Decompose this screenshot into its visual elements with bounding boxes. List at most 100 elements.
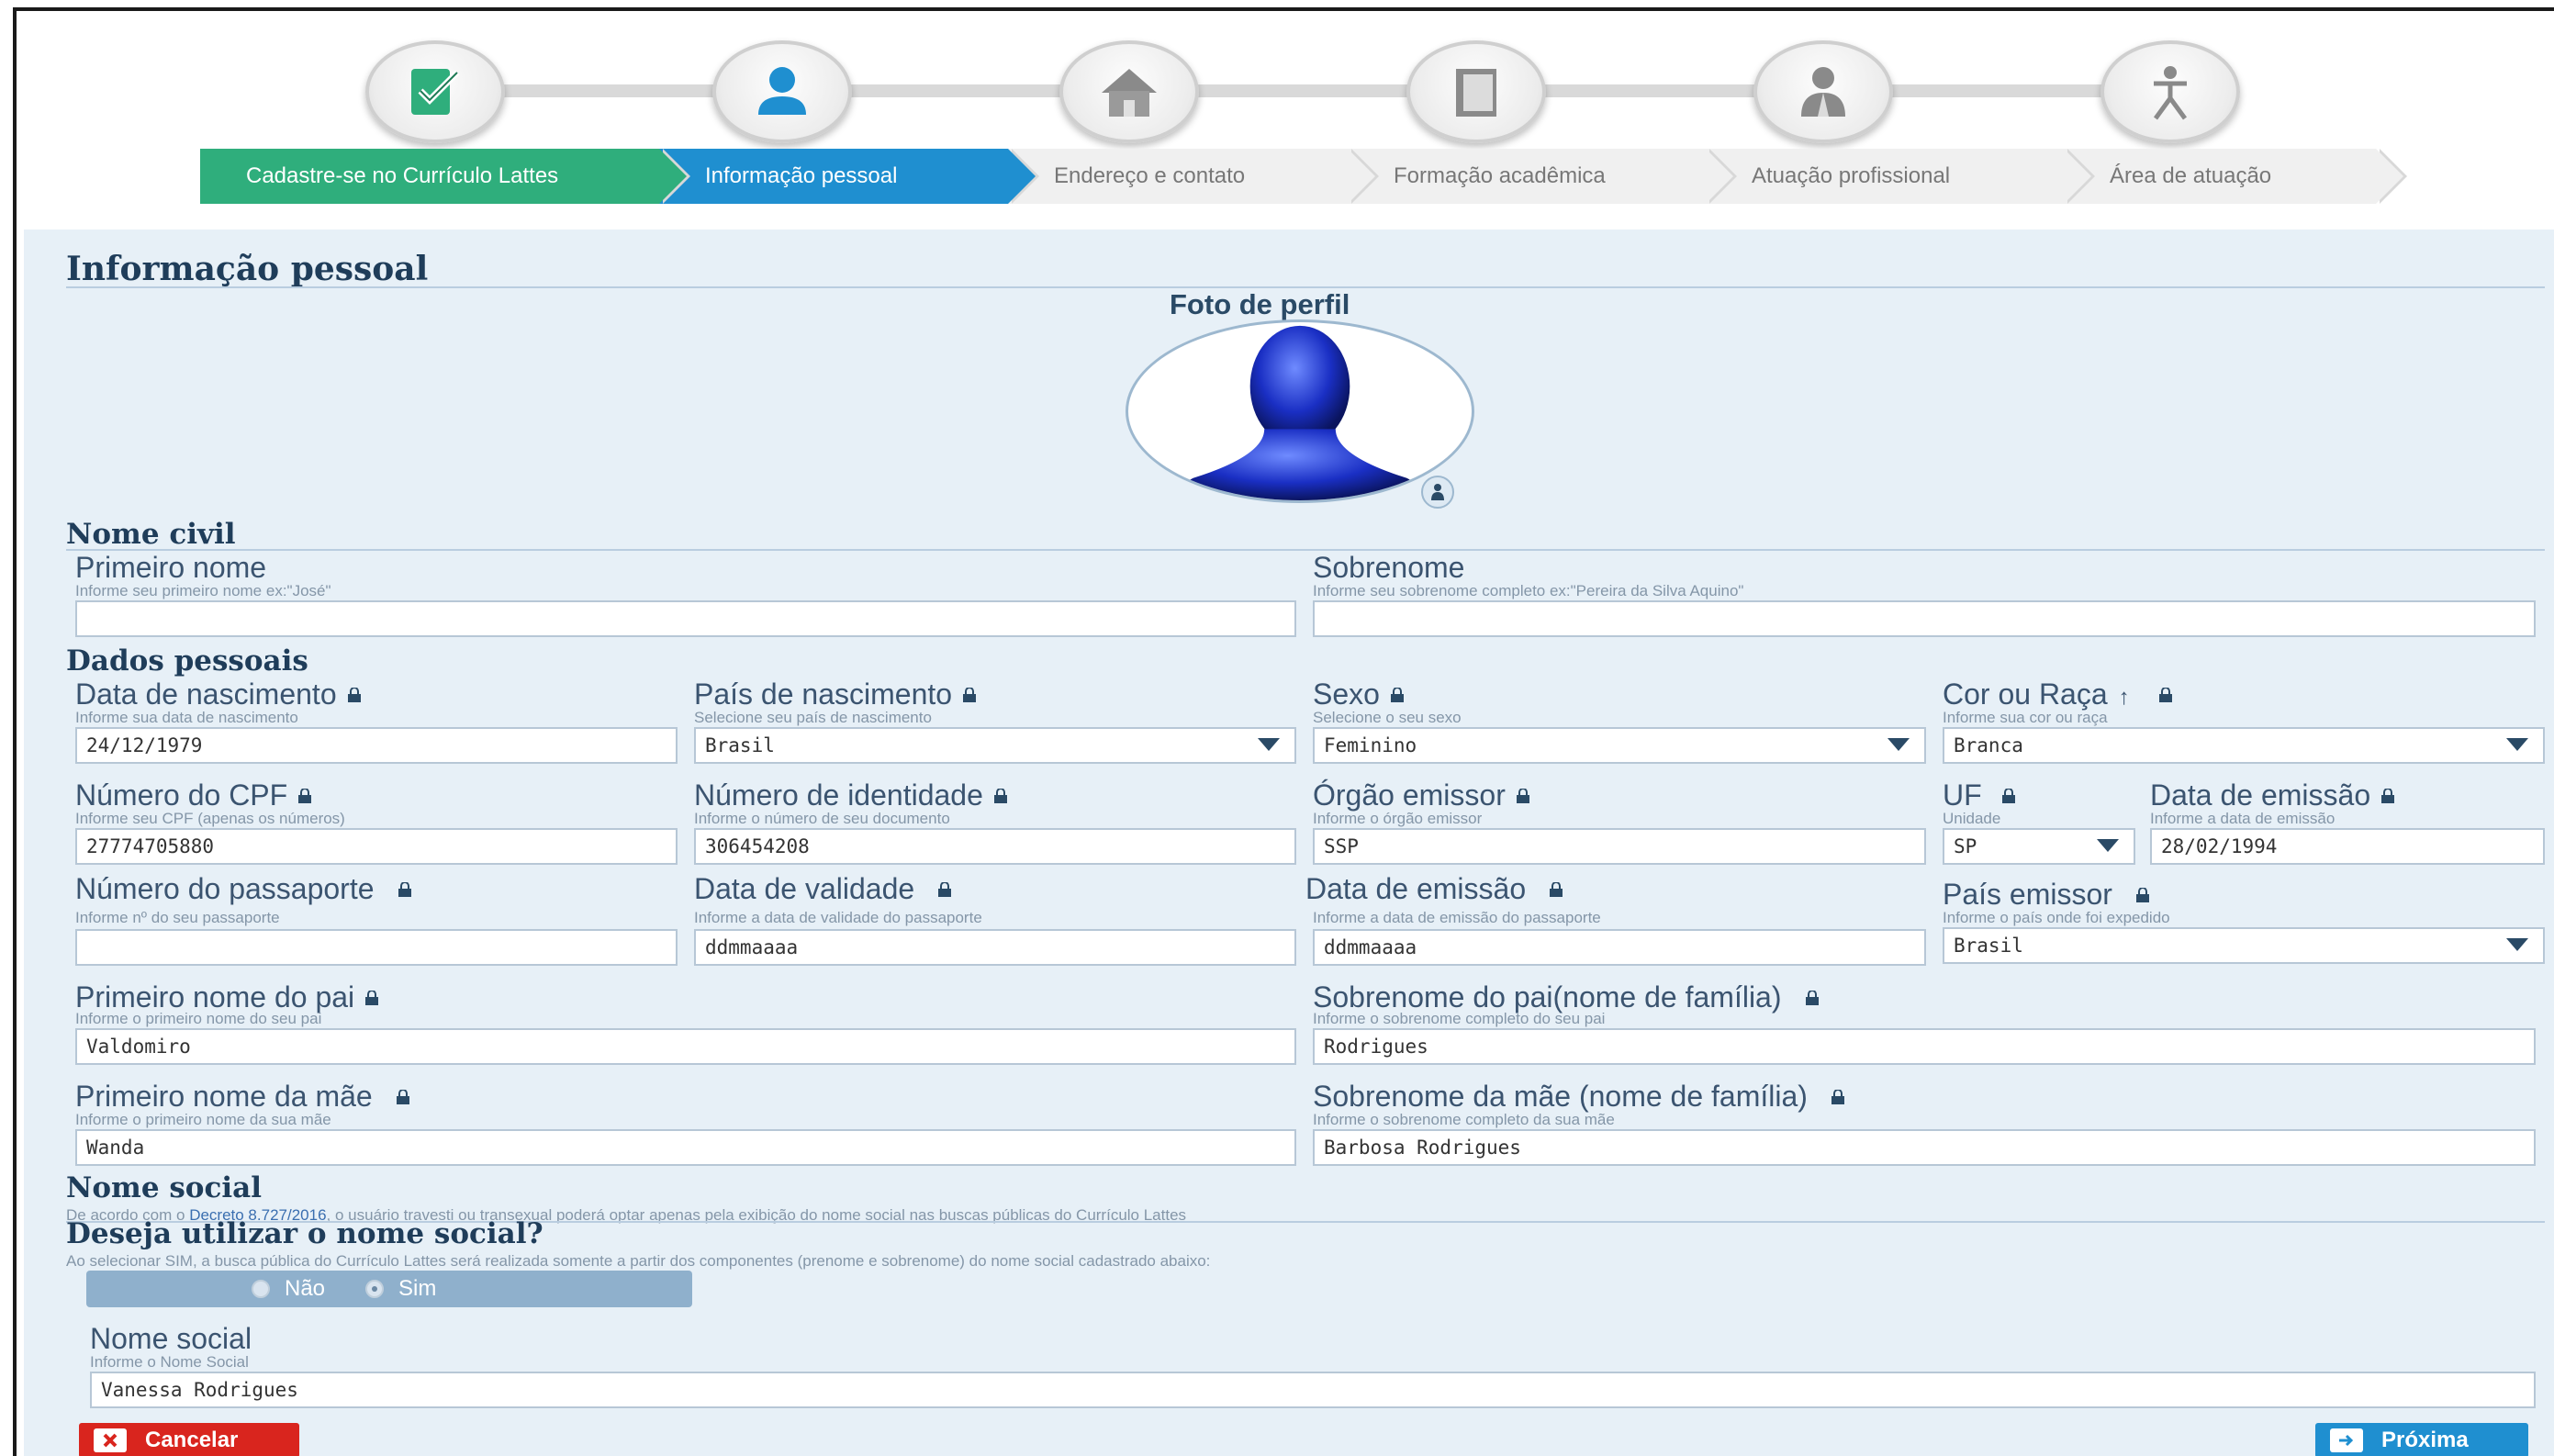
lock-icon [2135, 888, 2149, 902]
sexo-select[interactable]: Feminino [1313, 727, 1926, 764]
wizard-step-4-button[interactable] [1406, 40, 1546, 143]
lock-icon [396, 1090, 409, 1104]
data-emissao-passaporte-hint: Informe a data de emissão do passaporte [1313, 909, 1601, 926]
cancel-button[interactable]: Cancelar [79, 1423, 299, 1456]
sobrenome-label: Sobrenome [1313, 551, 1465, 584]
passaporte-label: Número do passaporte [75, 872, 413, 906]
crumb-informacao-pessoal[interactable]: Informação pessoal [659, 149, 1039, 204]
lock-icon [1516, 789, 1529, 803]
nome-social-toggle: Não Sim [86, 1271, 692, 1307]
photo-edit-icon[interactable] [1421, 476, 1454, 509]
data-emissao-passaporte-input[interactable]: ddmmaaaa [1313, 929, 1926, 966]
sexo-label: Sexo [1313, 678, 1406, 711]
data-nascimento-hint: Informe sua data de nascimento [75, 709, 298, 726]
sobrenome-hint: Informe seu sobrenome completo ex:"Perei… [1313, 582, 1744, 599]
section-nome-social: Nome social [66, 1171, 262, 1204]
mae-nome-label: Primeiro nome da mãe [75, 1080, 411, 1114]
data-validade-hint: Informe a data de validade do passaporte [694, 909, 982, 926]
section-dados-pessoais: Dados pessoais [66, 644, 308, 678]
mae-sobrenome-label: Sobrenome da mãe (nome de família) [1313, 1080, 1846, 1114]
section-nome-civil: Nome civil [66, 518, 236, 551]
cor-raca-select[interactable]: Branca [1943, 727, 2545, 764]
orgao-emissor-hint: Informe o órgão emissor [1313, 810, 1483, 827]
crumb-formacao-academica[interactable]: Formação acadêmica [1348, 149, 1737, 204]
crumb-area-atuacao[interactable]: Área de atuação [2064, 149, 2407, 204]
pai-sobrenome-input[interactable]: Rodrigues [1313, 1028, 2536, 1065]
radio-sim[interactable] [365, 1280, 385, 1298]
lock-icon [398, 882, 411, 897]
arrow-right-icon [2330, 1428, 2363, 1452]
mae-sobrenome-input[interactable]: Barbosa Rodrigues [1313, 1129, 2536, 1166]
person-icon [758, 67, 806, 115]
radio-nao[interactable] [252, 1280, 270, 1298]
nome-social-question-hint: Ao selecionar SIM, a busca pública do Cu… [66, 1252, 1211, 1270]
pai-nome-hint: Informe o primeiro nome do seu pai [75, 1010, 322, 1027]
nome-social-label: Nome social [90, 1322, 252, 1355]
next-button-label: Próxima [2381, 1428, 2469, 1452]
wizard-step-1-button[interactable] [365, 40, 505, 143]
photo-label: Foto de perfil [1170, 288, 1350, 320]
lock-icon [1805, 991, 1819, 1005]
sobrenome-input[interactable] [1313, 600, 2536, 637]
house-icon [1102, 69, 1157, 117]
crumb-atuacao-profissional[interactable]: Atuação profissional [1706, 149, 2095, 204]
data-emissao-input[interactable]: 28/02/1994 [2150, 828, 2545, 865]
lock-icon [347, 688, 361, 702]
cancel-button-label: Cancelar [145, 1428, 239, 1452]
identidade-input[interactable]: 306454208 [694, 828, 1296, 865]
data-validade-input[interactable]: ddmmaaaa [694, 929, 1296, 966]
cpf-input[interactable]: 27774705880 [75, 828, 678, 865]
lock-icon [963, 688, 977, 702]
lock-icon [2001, 789, 2015, 803]
pais-nascimento-select[interactable]: Brasil [694, 727, 1296, 764]
lock-icon [298, 789, 312, 803]
identidade-label: Número de identidade [694, 778, 1009, 812]
lock-icon [993, 789, 1007, 803]
sexo-hint: Selecione o seu sexo [1313, 709, 1462, 726]
nome-social-input[interactable]: Vanessa Rodrigues [90, 1372, 2536, 1408]
pai-nome-input[interactable]: Valdomiro [75, 1028, 1296, 1065]
data-nascimento-input[interactable]: 24/12/1979 [75, 727, 678, 764]
data-emissao-label: Data de emissão [2150, 778, 2396, 812]
passaporte-input[interactable] [75, 929, 678, 966]
app-frame: Cadastre-se no Currículo Lattes Informaç… [13, 7, 2554, 1456]
wizard-step-6-button[interactable] [2100, 40, 2240, 143]
mae-nome-hint: Informe o primeiro nome da sua mãe [75, 1111, 331, 1128]
next-button[interactable]: Próxima [2315, 1423, 2528, 1456]
radio-sim-label[interactable]: Sim [398, 1276, 436, 1302]
lock-icon [1550, 882, 1563, 897]
nome-social-question: Deseja utilizar o nome social? [66, 1217, 543, 1250]
crumb-endereco-contato[interactable]: Endereço e contato [1008, 149, 1379, 204]
pais-emissor-select[interactable]: Brasil [1943, 927, 2545, 964]
data-emissao-hint: Informe a data de emissão [2150, 810, 2336, 827]
lock-icon [1831, 1090, 1844, 1104]
book-icon [1456, 69, 1496, 117]
crumb-cadastre[interactable]: Cadastre-se no Currículo Lattes [200, 149, 690, 204]
section-divider [66, 549, 2545, 551]
uf-label: UF [1943, 778, 2017, 812]
cpf-label: Número do CPF [75, 778, 313, 812]
wizard-header: Cadastre-se no Currículo Lattes Informaç… [17, 11, 2554, 230]
primeiro-nome-hint: Informe seu primeiro nome ex:"José" [75, 582, 331, 599]
mae-nome-input[interactable]: Wanda [75, 1129, 1296, 1166]
profile-photo[interactable] [1126, 319, 1474, 503]
pais-emissor-hint: Informe o país onde foi expedido [1943, 909, 2170, 926]
help-arrow-icon[interactable]: ↑ [2119, 685, 2130, 710]
orgao-emissor-input[interactable]: SSP [1313, 828, 1926, 865]
wizard-connector [420, 84, 2220, 97]
form-panel: Informação pessoal Foto de perfil Nome c… [24, 230, 2554, 1456]
mae-sobrenome-hint: Informe o sobrenome completo da sua mãe [1313, 1111, 1615, 1128]
dropdown-arrow-icon [2097, 839, 2119, 852]
wizard-step-3-button[interactable] [1059, 40, 1199, 143]
wizard-step-2-button[interactable] [712, 40, 852, 143]
uf-select[interactable]: SP [1943, 828, 2135, 865]
orgao-emissor-label: Órgão emissor [1313, 778, 1531, 812]
data-emissao-passaporte-label: Data de emissão [1305, 872, 1564, 906]
primeiro-nome-input[interactable] [75, 600, 1296, 637]
nome-social-hint: Informe o Nome Social [90, 1353, 249, 1371]
wizard-step-5-button[interactable] [1753, 40, 1893, 143]
pais-nascimento-hint: Selecione seu país de nascimento [694, 709, 932, 726]
lock-icon [938, 882, 952, 897]
radio-nao-label[interactable]: Não [285, 1276, 325, 1302]
primeiro-nome-label: Primeiro nome [75, 551, 267, 584]
